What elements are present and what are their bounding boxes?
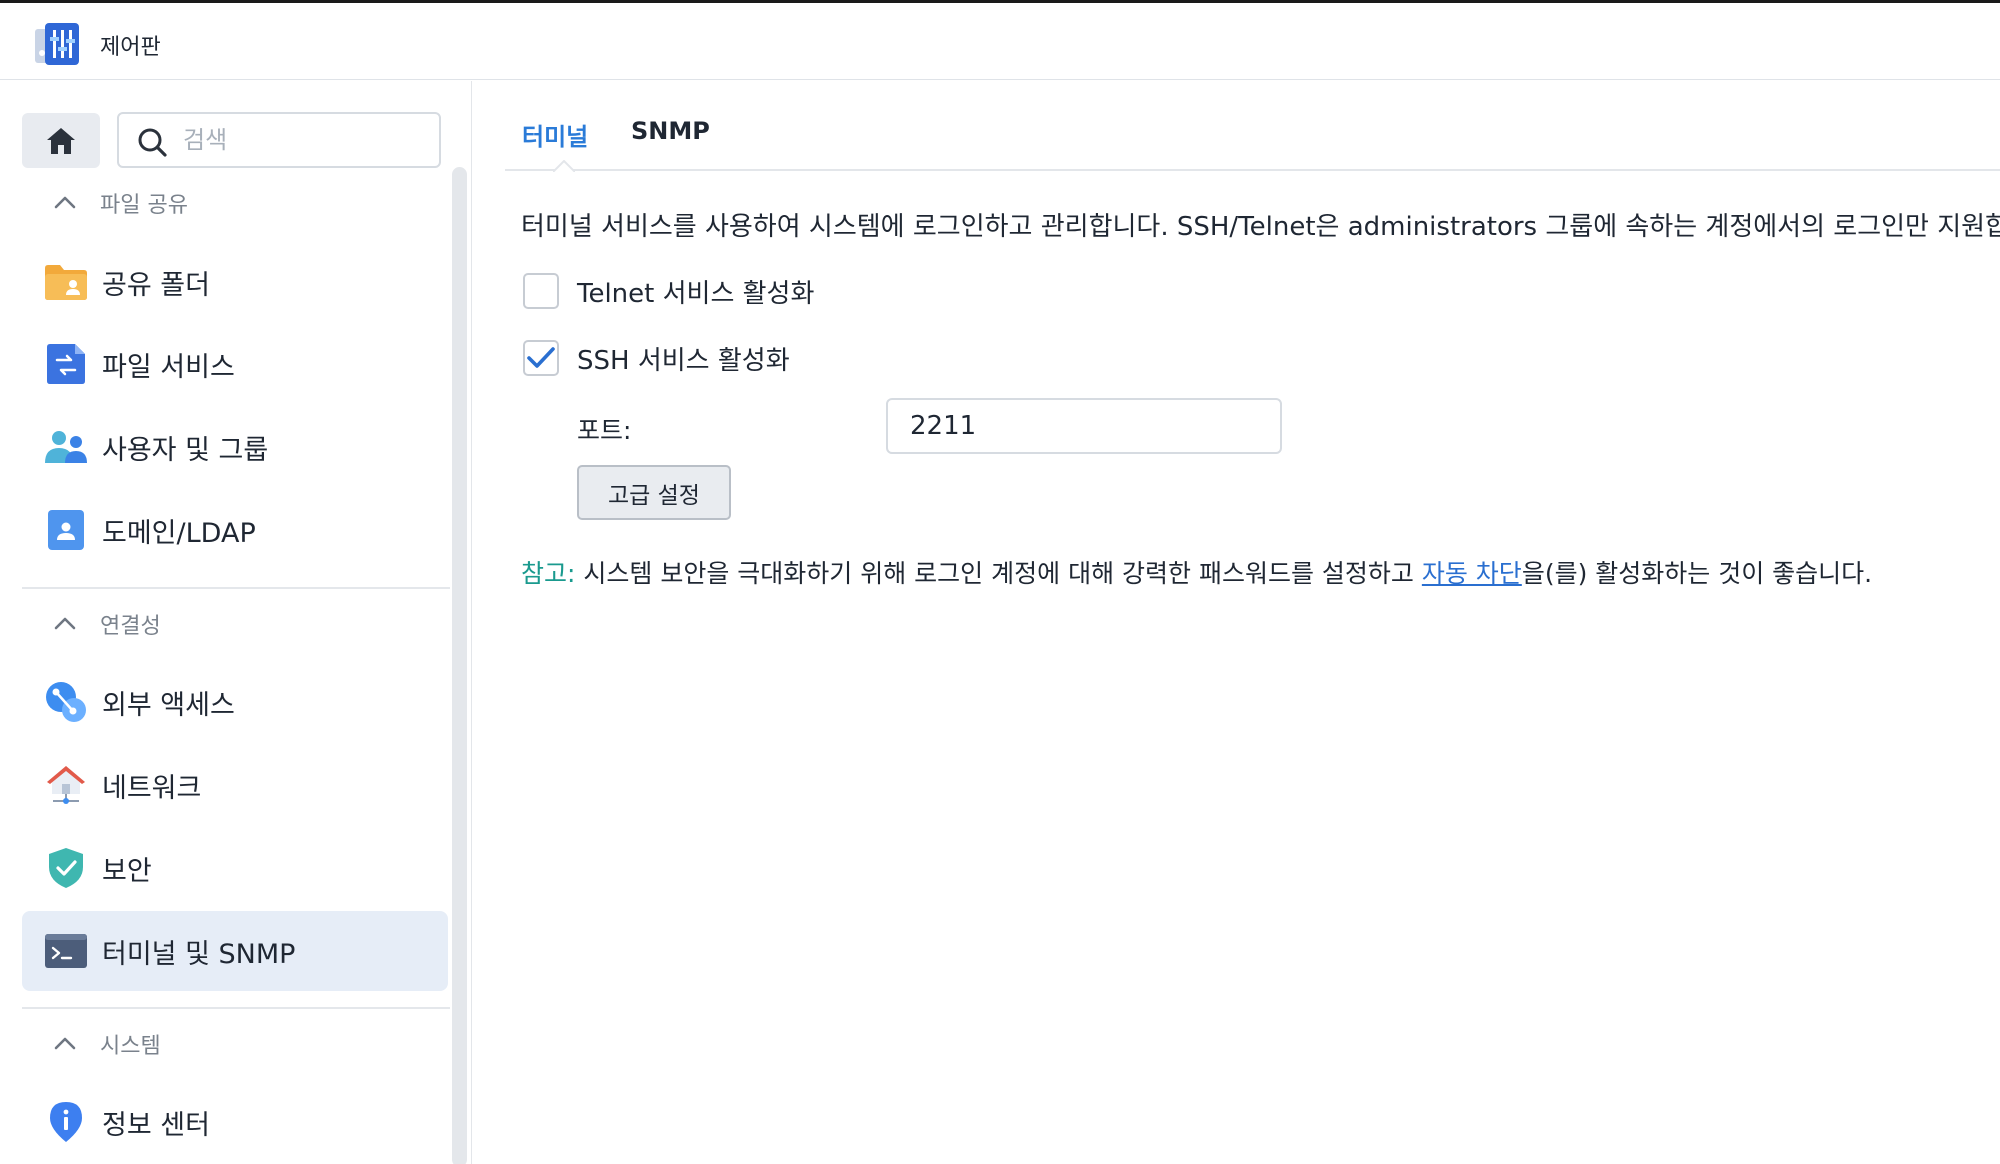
sidebar-item-label: 보안: [102, 855, 152, 887]
domain-ldap-icon: [44, 508, 88, 552]
terminal-icon: [44, 929, 88, 973]
checkmark-icon: [527, 347, 555, 368]
sidebar-item-shared-folder[interactable]: 공유 폴더: [22, 242, 448, 322]
note-text: 시스템 보안을 극대화하기 위해 로그인 계정에 대해 강력한 패스워드를 설정…: [575, 559, 1422, 588]
note-text-end: 을(를) 활성화하는 것이 좋습니다.: [1521, 559, 1873, 588]
active-tab-caret-icon: [553, 160, 575, 172]
network-house-icon: [44, 763, 88, 807]
port-label: 포트:: [577, 416, 632, 445]
tab-terminal[interactable]: 터미널: [522, 117, 588, 152]
tab-snmp[interactable]: SNMP: [631, 117, 710, 145]
sidebar-scrollbar[interactable]: [452, 167, 467, 1164]
ssh-option-row[interactable]: SSH 서비스 활성화: [523, 338, 790, 378]
section-title: 파일 공유: [100, 193, 188, 218]
sidebar-item-domain-ldap[interactable]: 도메인/LDAP: [22, 490, 448, 570]
security-note: 참고: 시스템 보안을 극대화하기 위해 로그인 계정에 대해 강력한 패스워드…: [521, 554, 1872, 590]
sidebar-item-label: 사용자 및 그룹: [102, 434, 269, 466]
sidebar-item-file-services[interactable]: 파일 서비스: [22, 324, 448, 404]
shared-folder-icon: [44, 260, 88, 304]
tab-bar: 터미널 SNMP: [505, 81, 2000, 172]
users-groups-icon: [44, 425, 88, 469]
app-title: 제어판: [100, 35, 161, 60]
port-input[interactable]: [886, 398, 1282, 454]
control-panel-app-icon: [35, 23, 79, 65]
sidebar-item-label: 공유 폴더: [102, 269, 210, 301]
sidebar-item-network[interactable]: 네트워크: [22, 745, 448, 825]
sidebar-item-info-center[interactable]: 정보 센터: [22, 1082, 448, 1162]
ssh-checkbox-label: SSH 서비스 활성화: [577, 345, 790, 376]
section-header-file-sharing[interactable]: 파일 공유: [50, 183, 188, 223]
sidebar-divider: [22, 1007, 450, 1009]
ssh-checkbox[interactable]: [523, 340, 559, 376]
sidebar-item-terminal-snmp[interactable]: 터미널 및 SNMP: [22, 911, 448, 991]
sidebar-item-label: 도메인/LDAP: [102, 517, 256, 549]
section-title: 시스템: [100, 1034, 161, 1059]
search-box[interactable]: [117, 112, 441, 168]
search-input[interactable]: [183, 122, 423, 158]
title-bar: 제어판: [0, 3, 2000, 80]
telnet-checkbox[interactable]: [523, 273, 559, 309]
sidebar-item-security[interactable]: 보안: [22, 828, 448, 908]
sidebar-item-label: 파일 서비스: [102, 351, 235, 383]
search-icon: [138, 128, 167, 157]
main-panel: 터미널 SNMP 터미널 서비스를 사용하여 시스템에 로그인하고 관리합니다.…: [473, 81, 2000, 1164]
terminal-description: 터미널 서비스를 사용하여 시스템에 로그인하고 관리합니다. SSH/Teln…: [521, 212, 2000, 242]
telnet-checkbox-label: Telnet 서비스 활성화: [577, 278, 815, 309]
sidebar: 파일 공유 공유 폴더 파일 서비스: [0, 81, 472, 1164]
external-access-icon: [44, 680, 88, 724]
sidebar-item-label: 외부 액세스: [102, 689, 235, 721]
sidebar-item-users-groups[interactable]: 사용자 및 그룹: [22, 407, 448, 487]
sidebar-item-label: 정보 센터: [102, 1109, 210, 1141]
note-prefix: 참고:: [521, 559, 576, 588]
auto-block-link[interactable]: 자동 차단: [1422, 559, 1522, 588]
section-title: 연결성: [100, 614, 161, 639]
chevron-up-icon: [54, 617, 76, 630]
section-header-system[interactable]: 시스템: [50, 1024, 161, 1064]
info-pin-icon: [44, 1100, 88, 1144]
sidebar-divider: [22, 587, 450, 589]
advanced-settings-button[interactable]: 고급 설정: [577, 465, 731, 520]
sidebar-item-external-access[interactable]: 외부 액세스: [22, 662, 448, 742]
home-icon: [47, 127, 75, 154]
section-header-connectivity[interactable]: 연결성: [50, 604, 161, 644]
telnet-option-row[interactable]: Telnet 서비스 활성화: [523, 271, 814, 311]
file-services-icon: [44, 342, 88, 386]
home-button[interactable]: [22, 113, 100, 168]
sidebar-item-label: 터미널 및 SNMP: [102, 938, 296, 970]
sidebar-item-label: 네트워크: [102, 772, 202, 804]
shield-icon: [44, 846, 88, 890]
chevron-up-icon: [54, 1037, 76, 1050]
chevron-up-icon: [54, 196, 76, 209]
